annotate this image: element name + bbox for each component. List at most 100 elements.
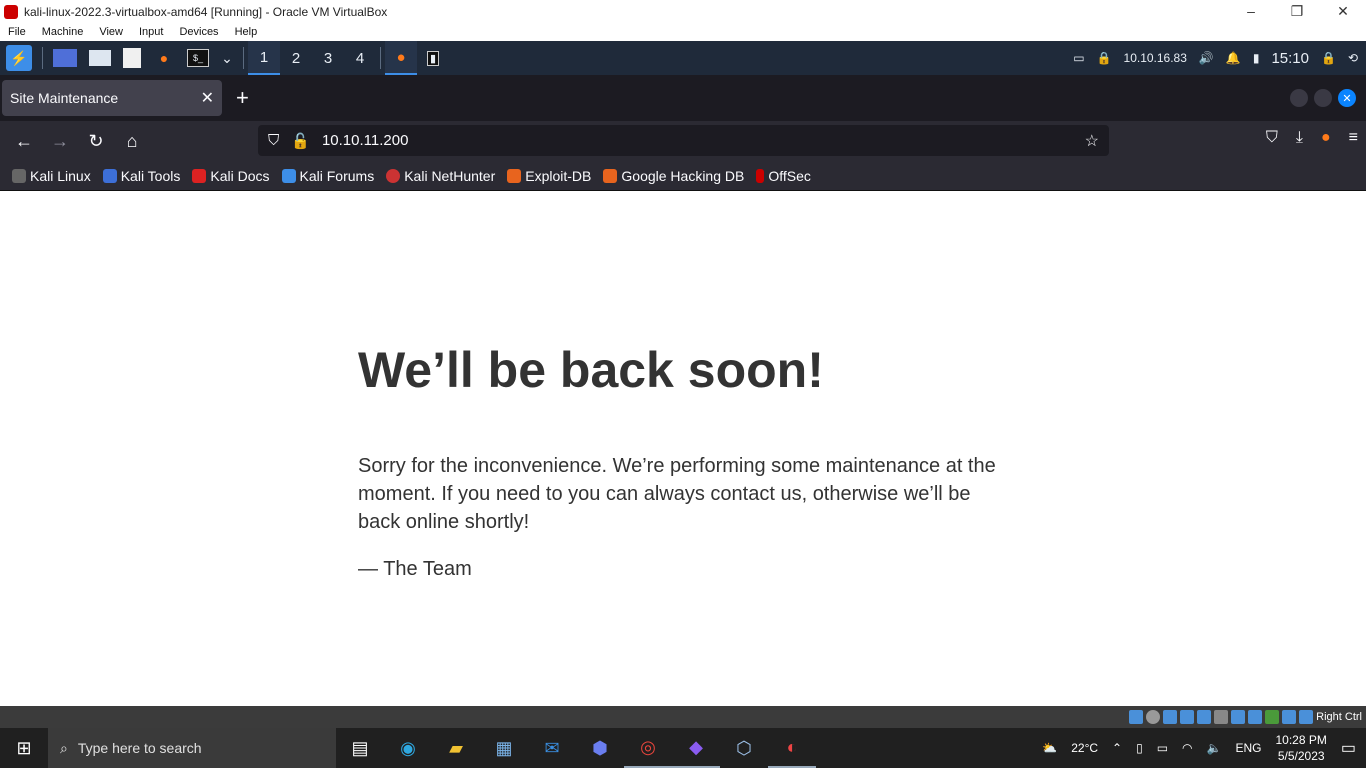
chrome-icon[interactable]: ◎ [624, 728, 672, 768]
audio-icon[interactable] [1163, 710, 1178, 724]
bookmark-kali-linux[interactable]: Kali Linux [12, 168, 91, 184]
mail-icon[interactable]: ✉ [528, 728, 576, 768]
windows-start-icon[interactable]: ⊞ [0, 728, 48, 768]
wifi-icon[interactable]: ◠ [1182, 741, 1192, 755]
kali-menu-icon[interactable]: ⚡ [6, 45, 32, 71]
menu-input[interactable]: Input [131, 26, 171, 38]
show-desktop-icon[interactable] [53, 49, 77, 67]
bookmark-kali-docs[interactable]: Kali Docs [192, 168, 270, 184]
weather-icon[interactable]: ⛅ [1042, 741, 1057, 755]
show-hidden-icons-icon[interactable]: ⌃ [1112, 741, 1122, 755]
language-indicator[interactable]: ENG [1235, 741, 1261, 755]
firefox-icon[interactable]: ● [153, 47, 175, 69]
bookmark-kali-forums[interactable]: Kali Forums [281, 168, 374, 184]
window-firefox[interactable]: ● [385, 41, 417, 75]
maximize-window-button[interactable] [1314, 89, 1332, 107]
menu-machine[interactable]: Machine [34, 26, 92, 38]
url-text[interactable]: 10.10.11.200 [322, 132, 408, 149]
notifications-icon[interactable]: 🔔 [1226, 51, 1241, 65]
kali-vm-icon[interactable]: ◐ [768, 728, 816, 768]
terminal-icon[interactable]: $_ [187, 49, 209, 67]
usb-icon[interactable] [1197, 710, 1212, 724]
url-bar[interactable]: ⛉ 🔓 10.10.11.200 ☆ [258, 125, 1109, 156]
bookmark-offsec[interactable]: OffSec [756, 168, 811, 184]
display-icon[interactable] [1231, 710, 1246, 724]
vpn-ip: 10.10.16.83 [1123, 51, 1187, 65]
minimize-window-button[interactable] [1290, 89, 1308, 107]
bookmark-label: Kali Linux [30, 167, 91, 184]
taskbar-search-box[interactable]: ⌕ Type here to search [48, 728, 336, 768]
forward-button[interactable]: → [42, 131, 78, 152]
bookmark-kali-tools[interactable]: Kali Tools [102, 168, 180, 184]
clock-time: 10:28 PM [1275, 733, 1327, 747]
vpn-lock-icon: 🔒 [1096, 51, 1112, 65]
tab-close-icon[interactable]: ✕ [201, 88, 214, 108]
menu-file[interactable]: File [0, 26, 34, 38]
workspace-2[interactable]: 2 [280, 41, 312, 75]
shared-folders-icon[interactable] [1214, 710, 1229, 724]
bookmark-label: Kali NetHunter [404, 167, 496, 184]
close-button[interactable]: ✕ [1320, 3, 1366, 20]
virtualbox-taskbar-icon[interactable]: ⬡ [720, 728, 768, 768]
edge-icon[interactable]: ◉ [384, 728, 432, 768]
page-content: We’ll be back soon! Sorry for the inconv… [0, 192, 1366, 706]
file-explorer-icon[interactable]: ▰ [432, 728, 480, 768]
notification-center-icon[interactable]: ▭ [1341, 738, 1356, 758]
pocket-icon[interactable]: ⛉ [1266, 129, 1278, 147]
hard-disk-icon[interactable] [1129, 710, 1144, 724]
panel-clock[interactable]: 15:10 [1271, 50, 1309, 67]
close-window-button[interactable]: ✕ [1338, 89, 1356, 107]
battery-tray-icon[interactable]: ▭ [1157, 741, 1168, 755]
bookmark-google-hacking-db[interactable]: Google Hacking DB [603, 168, 744, 184]
speaker-icon[interactable]: 🔈 [1207, 741, 1222, 755]
window-title: kali-linux-2022.3-virtualbox-amd64 [Runn… [24, 4, 388, 19]
tray-app-icon[interactable]: ▯ [1136, 741, 1143, 755]
workspace-4[interactable]: 4 [344, 41, 376, 75]
windows-taskbar: ⊞ ⌕ Type here to search ▤ ◉ ▰ ▦ ✉ ⬢ ◎ ◆ … [0, 728, 1366, 768]
insecure-lock-icon[interactable]: 🔓 [291, 132, 310, 150]
task-view-icon[interactable]: ▤ [336, 728, 384, 768]
obsidian-icon[interactable]: ◆ [672, 728, 720, 768]
workspace-1[interactable]: 1 [248, 41, 280, 75]
volume-icon[interactable]: 🔊 [1199, 51, 1214, 65]
weather-temperature[interactable]: 22°C [1071, 741, 1098, 755]
extension-icon[interactable]: ● [1321, 129, 1331, 147]
network-icon[interactable] [1180, 710, 1195, 724]
logout-icon[interactable]: ⟲ [1348, 51, 1358, 65]
bookmark-exploit-db[interactable]: Exploit-DB [507, 168, 591, 184]
optical-drive-icon[interactable] [1146, 710, 1161, 724]
downloads-icon[interactable]: ⤓ [1296, 129, 1303, 147]
chevron-down-icon[interactable]: ⌄ [221, 47, 233, 69]
power-automate-icon[interactable]: ⬢ [576, 728, 624, 768]
new-tab-button[interactable]: + [236, 85, 249, 111]
search-placeholder: Type here to search [77, 740, 202, 756]
window-terminal[interactable]: ▮ [417, 41, 449, 75]
menu-view[interactable]: View [91, 26, 131, 38]
menu-icon[interactable]: ≡ [1349, 129, 1358, 147]
minimize-button[interactable]: – [1228, 3, 1274, 20]
back-button[interactable]: ← [6, 131, 42, 152]
firefox-icon: ● [396, 48, 406, 66]
bookmark-kali-nethunter[interactable]: Kali NetHunter [386, 168, 495, 184]
workspace-3[interactable]: 3 [312, 41, 344, 75]
microsoft-store-icon[interactable]: ▦ [480, 728, 528, 768]
bookmarks-toolbar: Kali Linux Kali Tools Kali Docs Kali For… [0, 161, 1366, 191]
menu-help[interactable]: Help [227, 26, 266, 38]
restore-button[interactable]: ❐ [1274, 3, 1320, 20]
tab-site-maintenance[interactable]: Site Maintenance ✕ [2, 80, 222, 116]
network-monitor-icon[interactable]: ▭ [1073, 51, 1084, 65]
keyboard-icon[interactable] [1299, 710, 1314, 724]
reload-button[interactable]: ↻ [78, 131, 114, 152]
text-editor-icon[interactable] [123, 48, 141, 68]
mouse-integration-icon[interactable] [1282, 710, 1297, 724]
recording-icon[interactable] [1248, 710, 1263, 724]
file-manager-icon[interactable] [89, 50, 111, 66]
cpu-icon[interactable] [1265, 710, 1280, 724]
shield-icon[interactable]: ⛉ [268, 132, 279, 149]
page-signature: — The Team [358, 558, 472, 580]
menu-devices[interactable]: Devices [171, 26, 226, 38]
lock-screen-icon[interactable]: 🔒 [1321, 51, 1336, 65]
taskbar-clock[interactable]: 10:28 PM 5/5/2023 [1276, 732, 1327, 764]
bookmark-star-icon[interactable]: ☆ [1085, 131, 1099, 151]
home-button[interactable]: ⌂ [114, 131, 150, 152]
